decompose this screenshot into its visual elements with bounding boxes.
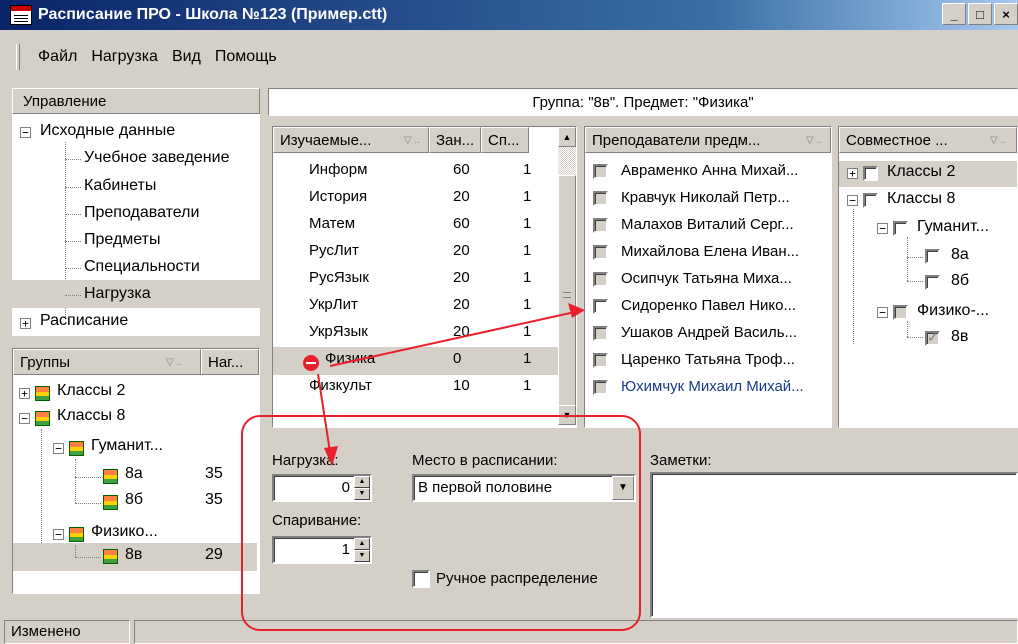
annotation-overlay xyxy=(241,303,641,631)
annotation-highlight-box xyxy=(241,415,641,631)
annotation-arrow-to-teacher xyxy=(329,311,576,367)
annotation-arrow-to-load xyxy=(317,373,331,453)
annotation-arrowhead-teacher xyxy=(568,303,585,318)
annotation-arrowhead-load xyxy=(324,446,338,466)
